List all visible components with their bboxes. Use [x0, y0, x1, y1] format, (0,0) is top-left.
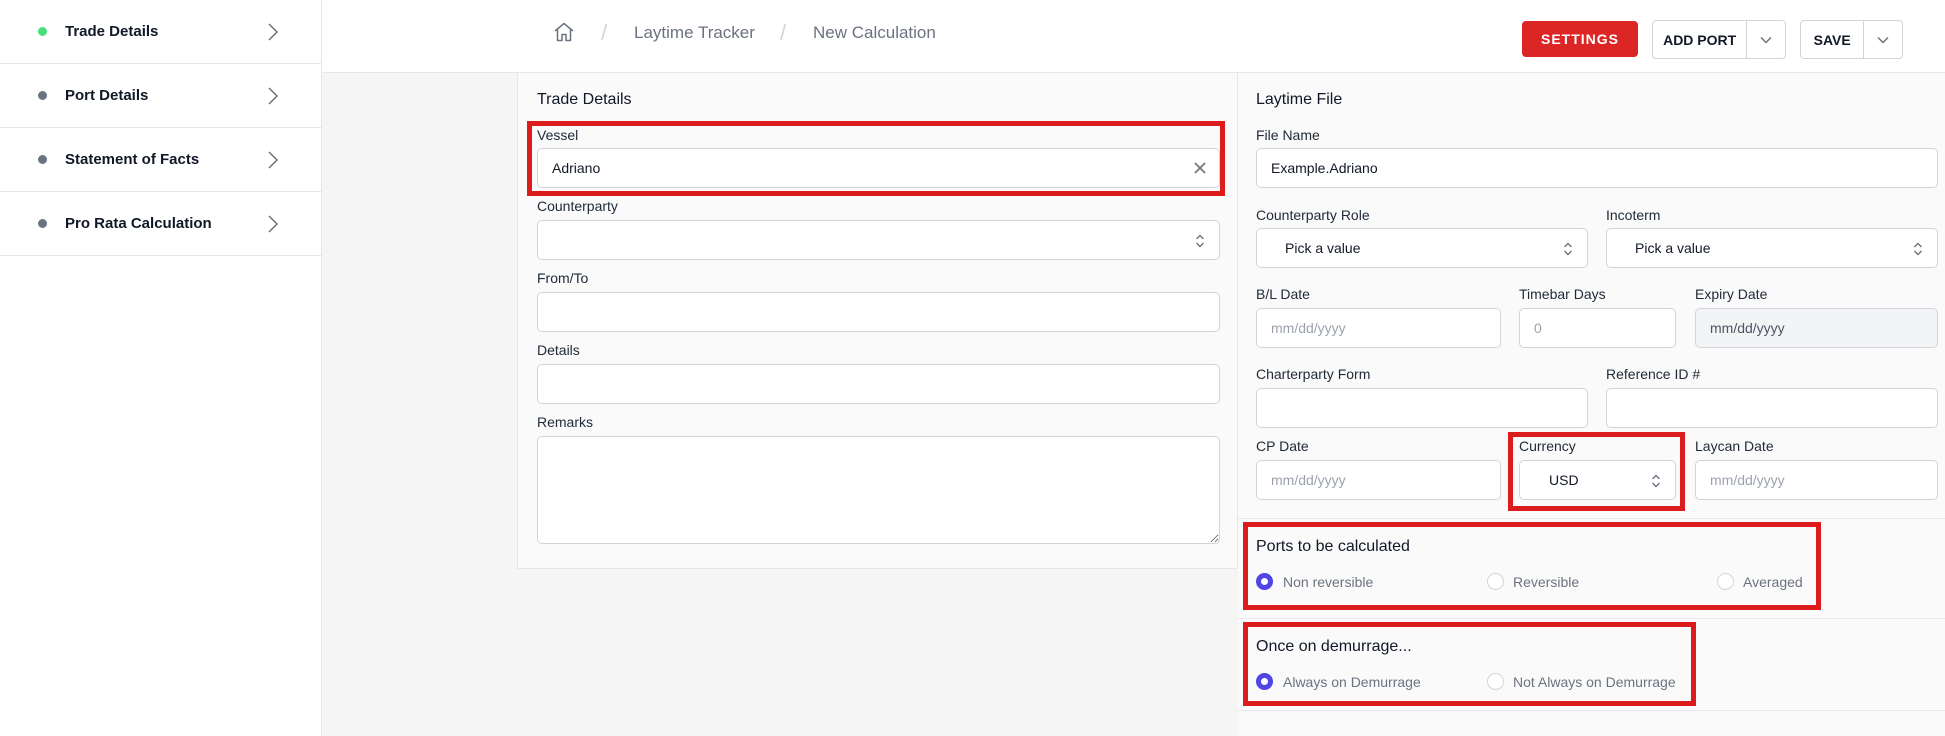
breadcrumb-new-calculation: New Calculation	[813, 23, 936, 42]
counterparty-role-value: Pick a value	[1285, 240, 1361, 256]
sidebar-item-label: Statement of Facts	[65, 151, 200, 168]
currency-label: Currency	[1519, 438, 1576, 454]
sidebar-item-trade-details[interactable]: Trade Details	[0, 0, 321, 64]
bl-date-label: B/L Date	[1256, 286, 1310, 302]
file-name-label: File Name	[1256, 127, 1320, 143]
chevron-right-icon	[268, 86, 279, 105]
expiry-date-label: Expiry Date	[1695, 286, 1768, 302]
radio-label: Reversible	[1513, 574, 1580, 590]
chevron-down-icon	[1760, 36, 1772, 44]
reference-id-input[interactable]	[1606, 388, 1938, 428]
sidebar-item-port-details[interactable]: Port Details	[0, 64, 321, 128]
sidebar: Trade Details Port Details Statement of …	[0, 0, 322, 736]
vessel-label: Vessel	[537, 127, 579, 143]
chevron-right-icon	[268, 150, 279, 169]
vessel-input[interactable]: Adriano	[537, 148, 1220, 188]
breadcrumb-separator: /	[601, 20, 608, 45]
select-arrows-icon	[1564, 242, 1572, 256]
radio-label: Averaged	[1743, 574, 1803, 590]
incoterm-label: Incoterm	[1606, 207, 1661, 223]
section-title: Trade Details	[537, 91, 632, 108]
radio-non-reversible[interactable]	[1256, 573, 1273, 590]
status-dot	[38, 155, 47, 164]
chevron-right-icon	[268, 214, 279, 233]
timebar-days-label: Timebar Days	[1519, 286, 1606, 302]
laycan-date-input[interactable]: mm/dd/yyyy	[1695, 460, 1938, 500]
timebar-days-placeholder: 0	[1534, 320, 1542, 336]
breadcrumb-separator: /	[780, 20, 787, 45]
incoterm-select[interactable]: Pick a value	[1606, 228, 1938, 268]
remarks-label: Remarks	[537, 414, 594, 430]
radio-label: Non reversible	[1283, 574, 1374, 590]
home-icon[interactable]	[553, 22, 575, 42]
save-button[interactable]: SAVE	[1801, 21, 1865, 58]
charterparty-form-input[interactable]	[1256, 388, 1588, 428]
status-dot	[38, 219, 47, 228]
vessel-value: Adriano	[552, 160, 601, 176]
counterparty-role-select[interactable]: Pick a value	[1256, 228, 1588, 268]
currency-select[interactable]: USD	[1519, 460, 1676, 500]
radio-averaged[interactable]	[1717, 573, 1734, 590]
sidebar-item-label: Pro Rata Calculation	[65, 215, 212, 232]
reference-id-label: Reference ID #	[1606, 366, 1701, 382]
radio-label: Always on Demurrage	[1283, 674, 1421, 690]
laycan-date-label: Laycan Date	[1695, 438, 1774, 454]
file-name-value: Example.Adriano	[1271, 160, 1378, 176]
radio-not-always-on-demurrage[interactable]	[1487, 673, 1504, 690]
radio-reversible[interactable]	[1487, 573, 1504, 590]
details-input[interactable]	[537, 364, 1220, 404]
sidebar-item-label: Port Details	[65, 87, 149, 104]
ports-calc-title: Ports to be calculated	[1256, 538, 1410, 555]
laycan-date-placeholder: mm/dd/yyyy	[1710, 472, 1785, 488]
section-divider	[1238, 518, 1945, 519]
breadcrumb-laytime-tracker[interactable]: Laytime Tracker	[634, 23, 755, 43]
select-arrows-icon	[1652, 474, 1660, 488]
sidebar-item-pro-rata-calculation[interactable]: Pro Rata Calculation	[0, 192, 321, 256]
radio-label: Not Always on Demurrage	[1513, 674, 1676, 690]
status-dot	[38, 27, 47, 36]
section-divider	[1238, 710, 1945, 711]
timebar-days-input[interactable]: 0	[1519, 308, 1676, 348]
details-label: Details	[537, 342, 580, 358]
trade-details-panel: Trade Details Vessel Adriano Counterpart…	[517, 73, 1238, 569]
select-arrows-icon	[1196, 234, 1204, 248]
counterparty-role-label: Counterparty Role	[1256, 207, 1370, 223]
sidebar-item-label: Trade Details	[65, 23, 159, 40]
cp-date-placeholder: mm/dd/yyyy	[1271, 472, 1346, 488]
counterparty-select[interactable]	[537, 220, 1220, 260]
header: / Laytime Tracker / New Calculation SETT…	[322, 0, 1945, 73]
status-dot	[38, 91, 47, 100]
bl-date-input[interactable]: mm/dd/yyyy	[1256, 308, 1501, 348]
counterparty-label: Counterparty	[537, 198, 618, 214]
expiry-date-input: mm/dd/yyyy	[1695, 308, 1938, 348]
currency-value: USD	[1549, 472, 1579, 488]
from-to-input[interactable]	[537, 292, 1220, 332]
save-dropdown[interactable]	[1864, 21, 1902, 58]
section-divider	[1238, 618, 1945, 619]
settings-button[interactable]: SETTINGS	[1522, 21, 1638, 57]
section-title: Laytime File	[1256, 91, 1343, 108]
bl-date-placeholder: mm/dd/yyyy	[1271, 320, 1346, 336]
add-port-dropdown[interactable]	[1747, 21, 1785, 58]
add-port-button[interactable]: ADD PORT	[1653, 21, 1748, 58]
remarks-textarea[interactable]	[537, 436, 1220, 544]
incoterm-value: Pick a value	[1635, 240, 1711, 256]
cp-date-input[interactable]: mm/dd/yyyy	[1256, 460, 1501, 500]
cp-date-label: CP Date	[1256, 438, 1309, 454]
radio-always-on-demurrage[interactable]	[1256, 673, 1273, 690]
sidebar-item-statement-of-facts[interactable]: Statement of Facts	[0, 128, 321, 192]
add-port-button-group: ADD PORT	[1652, 20, 1786, 59]
chevron-right-icon	[268, 22, 279, 41]
clear-icon[interactable]	[1193, 161, 1207, 175]
laytime-file-panel: Laytime File File Name Example.Adriano C…	[1238, 73, 1945, 736]
charterparty-form-label: Charterparty Form	[1256, 366, 1371, 382]
demurrage-title: Once on demurrage...	[1256, 638, 1412, 655]
save-button-group: SAVE	[1800, 20, 1903, 59]
from-to-label: From/To	[537, 270, 589, 286]
chevron-down-icon	[1877, 36, 1889, 44]
expiry-date-value: mm/dd/yyyy	[1710, 320, 1785, 336]
select-arrows-icon	[1914, 242, 1922, 256]
file-name-input[interactable]: Example.Adriano	[1256, 148, 1938, 188]
